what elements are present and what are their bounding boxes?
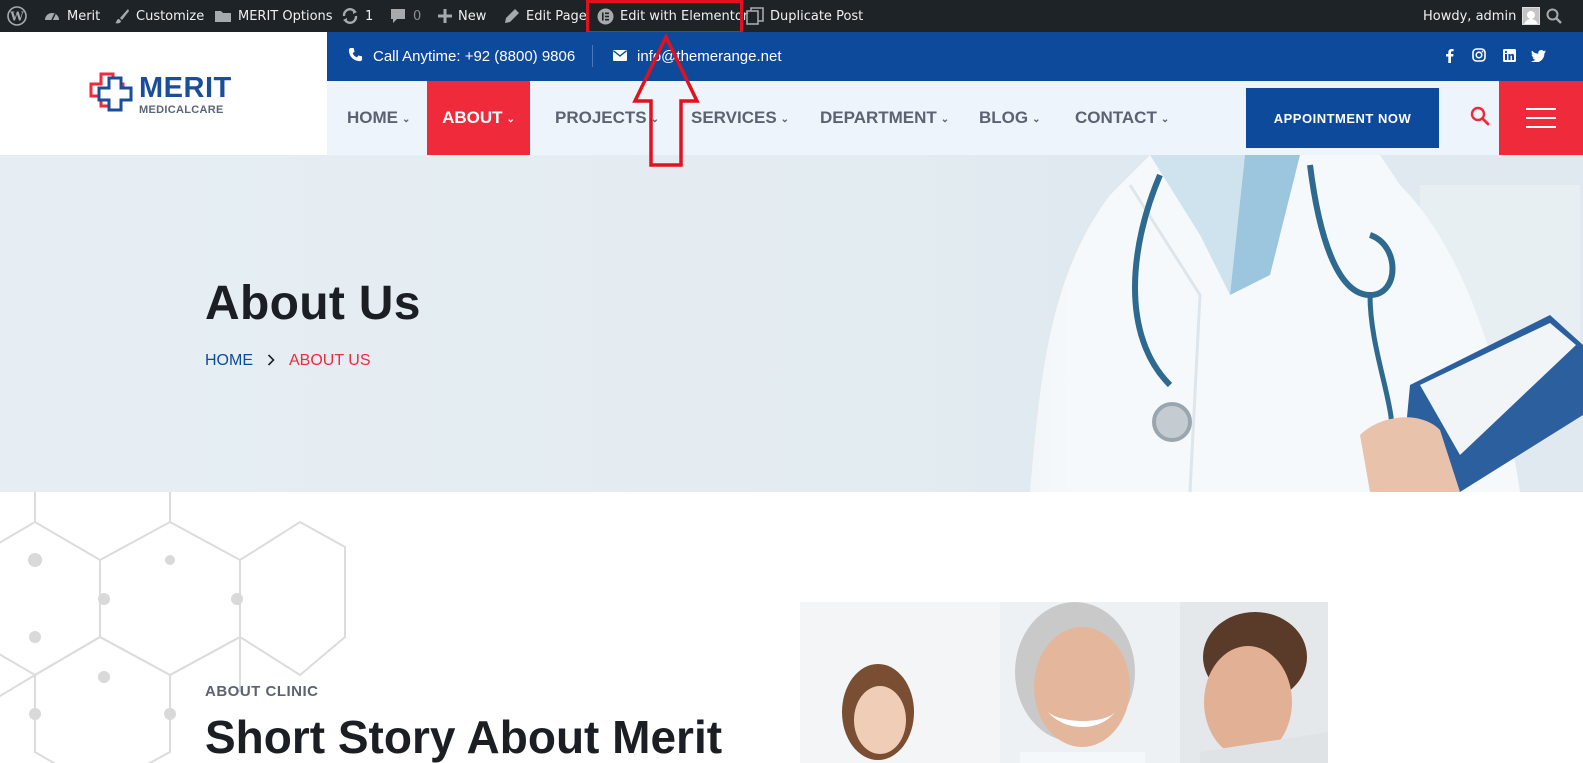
- chevron-down-icon: ⌄: [402, 113, 411, 125]
- facebook-link[interactable]: [1438, 32, 1460, 81]
- customize-label: Customize: [136, 8, 205, 24]
- refresh-icon: [341, 7, 359, 25]
- section-title: Short Story About Merit: [205, 711, 723, 763]
- page-title: About Us: [205, 277, 421, 330]
- hamburger-icon: [1526, 108, 1556, 128]
- search-icon: [1546, 8, 1562, 24]
- red-arrow-annotation: [632, 34, 700, 167]
- updates-link[interactable]: 1: [341, 0, 373, 32]
- site-name-label: Merit: [67, 8, 101, 24]
- merit-options-link[interactable]: MERIT Options: [214, 0, 333, 32]
- twitter-icon: [1530, 49, 1546, 65]
- wordpress-logo-button[interactable]: W: [7, 0, 27, 32]
- nav-item-about[interactable]: ABOUT ⌄: [427, 81, 530, 155]
- nav-label-home: HOME: [347, 108, 398, 127]
- updates-count: 1: [365, 8, 374, 24]
- chevron-down-icon: ⌄: [1160, 113, 1170, 125]
- doctors-team-image: [800, 602, 1328, 763]
- merit-options-label: MERIT Options: [238, 8, 333, 24]
- logo-subtitle: MEDICALCARE: [139, 103, 224, 116]
- phone-icon: [348, 47, 363, 66]
- logo-text: MERIT MEDICALCARE: [139, 71, 232, 116]
- chevron-down-icon: ⌄: [940, 113, 950, 125]
- facebook-icon: [1445, 48, 1454, 66]
- comments-link[interactable]: 0: [389, 0, 421, 32]
- wordpress-icon: W: [7, 6, 27, 26]
- avatar: [1522, 7, 1541, 25]
- admin-search-button[interactable]: [1546, 0, 1562, 32]
- nav-label-department: DEPARTMENT: [820, 108, 937, 127]
- chevron-right-icon: [267, 353, 275, 369]
- site-logo[interactable]: MERIT MEDICALCARE: [89, 72, 232, 117]
- customize-link[interactable]: Customize: [114, 0, 204, 32]
- page-banner: About Us HOME ABOUT US: [0, 155, 1583, 492]
- nav-item-department[interactable]: DEPARTMENT ⌄: [820, 81, 949, 155]
- pencil-icon: [504, 8, 520, 24]
- section-eyebrow: ABOUT CLINIC: [205, 683, 319, 700]
- paintbrush-icon: [114, 8, 130, 24]
- plus-icon: [438, 9, 452, 23]
- breadcrumb-home-link[interactable]: HOME: [205, 352, 253, 370]
- comment-icon: [389, 7, 407, 25]
- duplicate-post-label: Duplicate Post: [770, 8, 864, 24]
- instagram-icon: [1472, 48, 1486, 65]
- linkedin-icon: [1502, 48, 1516, 65]
- phone-contact[interactable]: Call Anytime: +92 (8800) 9806: [348, 32, 575, 81]
- about-clinic-section: ABOUT CLINIC Short Story About Merit: [0, 492, 1583, 763]
- nav-label-blog: BLOG: [979, 108, 1029, 127]
- chevron-down-icon: ⌄: [780, 113, 790, 125]
- account-menu[interactable]: Howdy, admin: [1423, 0, 1541, 32]
- nav-item-contact[interactable]: CONTACT ⌄: [1075, 81, 1169, 155]
- duplicate-post-link[interactable]: Duplicate Post: [746, 0, 863, 32]
- header-search-button[interactable]: [1455, 81, 1505, 155]
- logo-name: MERIT: [139, 71, 232, 104]
- duplicate-icon: [746, 7, 764, 25]
- wp-admin-bar: W Merit Customize MERIT Options 1 0 New …: [0, 0, 1583, 34]
- dashboard-icon: [43, 7, 61, 25]
- chevron-down-icon: ⌄: [506, 113, 515, 125]
- chevron-down-icon: ⌄: [1032, 113, 1041, 125]
- new-content-menu[interactable]: New: [438, 0, 486, 32]
- topbar-divider: [592, 45, 593, 67]
- cross-logo-icon: [89, 72, 133, 117]
- contact-topbar: Call Anytime: +92 (8800) 9806 info@theme…: [327, 32, 1583, 81]
- appointment-button[interactable]: APPOINTMENT NOW: [1246, 88, 1439, 148]
- breadcrumb: HOME ABOUT US: [205, 352, 371, 370]
- nav-item-home[interactable]: HOME ⌄: [347, 81, 410, 155]
- twitter-link[interactable]: [1527, 32, 1549, 81]
- envelope-icon: [613, 48, 627, 65]
- edit-page-label: Edit Page: [526, 8, 587, 24]
- nav-item-blog[interactable]: BLOG ⌄: [979, 81, 1041, 155]
- phone-text: Call Anytime: +92 (8800) 9806: [373, 48, 576, 65]
- greeting-label: Howdy, admin: [1423, 8, 1517, 24]
- folder-icon: [214, 8, 232, 24]
- nav-label-services: SERVICES: [691, 108, 777, 127]
- instagram-link[interactable]: [1468, 32, 1490, 81]
- edit-page-link[interactable]: Edit Page: [504, 0, 587, 32]
- site-name-menu[interactable]: Merit: [43, 0, 100, 32]
- doctor-banner-image: [900, 155, 1583, 492]
- new-label: New: [458, 8, 487, 24]
- search-icon: [1470, 106, 1490, 131]
- comments-count: 0: [413, 8, 422, 24]
- main-navigation: HOME ⌄ ABOUT ⌄ PROJECTS ⌄ SERVICES ⌄ DEPARTM…: [327, 81, 1583, 155]
- nav-item-services[interactable]: SERVICES ⌄: [691, 81, 789, 155]
- svg-text:W: W: [9, 10, 24, 24]
- offcanvas-menu-button[interactable]: [1499, 81, 1583, 155]
- breadcrumb-current: ABOUT US: [289, 352, 371, 369]
- nav-label-about: ABOUT: [442, 108, 503, 127]
- elementor-highlight-box: [586, 0, 743, 34]
- linkedin-link[interactable]: [1498, 32, 1520, 81]
- nav-label-contact: CONTACT: [1075, 108, 1157, 127]
